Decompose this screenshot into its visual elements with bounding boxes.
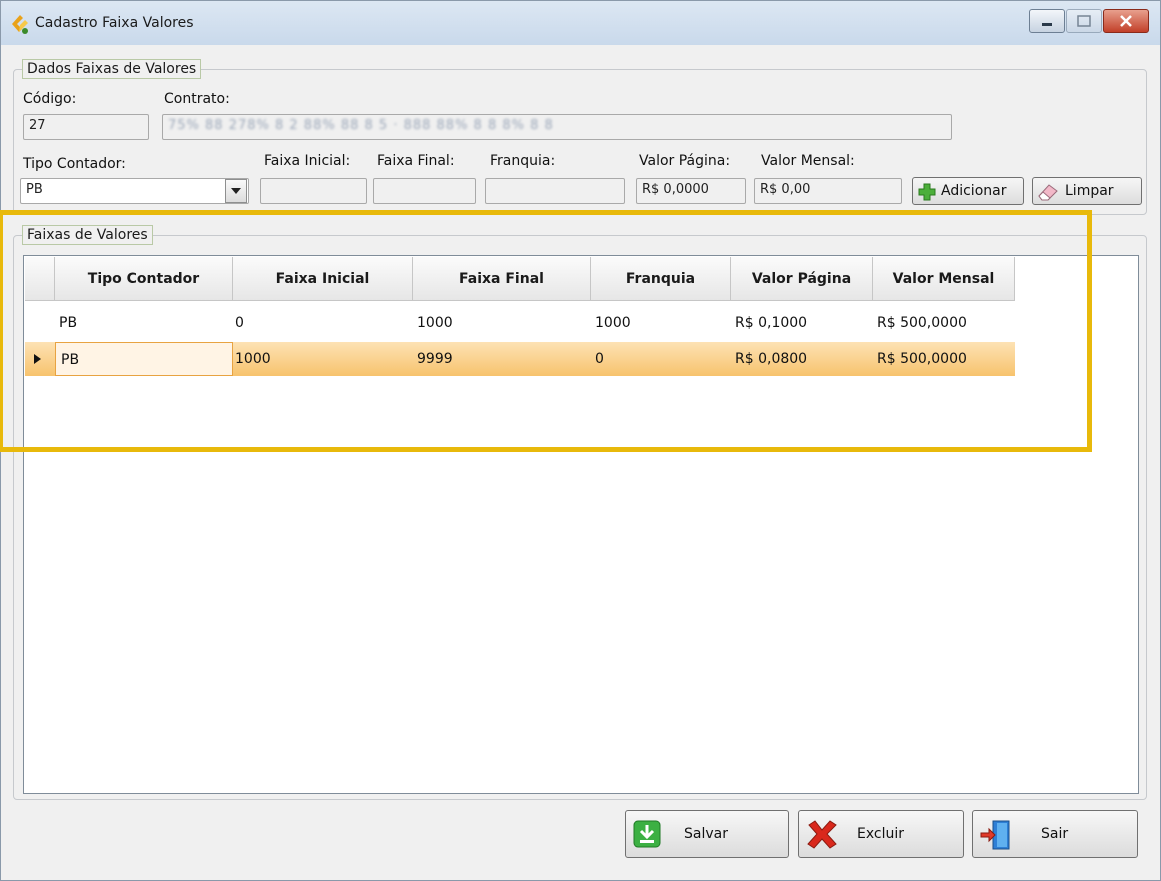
grid-header: Tipo Contador Faixa Inicial Faixa Final … bbox=[25, 257, 1015, 301]
adicionar-button[interactable]: Adicionar bbox=[912, 177, 1024, 205]
valor-mensal-input[interactable]: R$ 0,00 bbox=[754, 178, 902, 204]
minimize-button[interactable] bbox=[1029, 9, 1065, 33]
faixas-valores-legend: Faixas de Valores bbox=[22, 225, 153, 245]
minimize-icon bbox=[1042, 23, 1052, 26]
tipo-contador-dropdown-button[interactable] bbox=[225, 179, 247, 203]
cell-franquia[interactable]: 0 bbox=[595, 342, 604, 376]
limpar-label: Limpar bbox=[1065, 183, 1114, 199]
faixas-grid[interactable]: Tipo Contador Faixa Inicial Faixa Final … bbox=[23, 255, 1139, 794]
table-row-selected[interactable]: PB 1000 9999 0 R$ 0,0800 R$ 500,0000 bbox=[25, 342, 1015, 376]
cell-franquia[interactable]: 1000 bbox=[595, 306, 631, 340]
close-icon bbox=[1120, 15, 1132, 27]
save-download-icon bbox=[633, 820, 661, 848]
main-window: Cadastro Faixa Valores Dados Faixas de V… bbox=[0, 0, 1161, 881]
cell-tipo-contador-active[interactable]: PB bbox=[55, 342, 233, 376]
row-selector-icon bbox=[34, 354, 41, 364]
cell-valor-pagina[interactable]: R$ 0,0800 bbox=[735, 342, 807, 376]
exit-door-icon bbox=[980, 820, 1010, 850]
window-controls bbox=[1029, 9, 1149, 33]
window-title: Cadastro Faixa Valores bbox=[35, 15, 194, 31]
limpar-button[interactable]: Limpar bbox=[1032, 177, 1142, 205]
faixa-inicial-label: Faixa Inicial: bbox=[264, 153, 351, 169]
chevron-down-icon bbox=[231, 188, 241, 194]
valor-mensal-label: Valor Mensal: bbox=[761, 153, 855, 169]
col-valor-pagina[interactable]: Valor Página bbox=[731, 257, 873, 301]
close-button[interactable] bbox=[1103, 9, 1149, 33]
valor-pagina-input[interactable]: R$ 0,0000 bbox=[636, 178, 746, 204]
dados-faixas-legend: Dados Faixas de Valores bbox=[22, 59, 202, 79]
cell-faixa-inicial[interactable]: 1000 bbox=[235, 342, 271, 376]
col-franquia[interactable]: Franquia bbox=[591, 257, 731, 301]
row-header-corner bbox=[25, 257, 55, 301]
franquia-input[interactable] bbox=[485, 178, 625, 204]
delete-x-icon bbox=[807, 820, 837, 849]
tipo-contador-label: Tipo Contador: bbox=[23, 156, 126, 172]
cell-valor-mensal[interactable]: R$ 500,0000 bbox=[877, 342, 967, 376]
title-bar[interactable]: Cadastro Faixa Valores bbox=[1, 1, 1160, 45]
contrato-field[interactable]: 75% 88 278% 8 2 88% 88 8 5 · 888 88% 8 8… bbox=[162, 114, 952, 140]
sair-button[interactable]: Sair bbox=[972, 810, 1138, 858]
codigo-label: Código: bbox=[23, 91, 77, 107]
codigo-field[interactable]: 27 bbox=[23, 114, 149, 140]
cell-tipo-contador[interactable]: PB bbox=[59, 306, 77, 340]
salvar-label: Salvar bbox=[684, 826, 728, 842]
cell-faixa-inicial[interactable]: 0 bbox=[235, 306, 244, 340]
col-valor-mensal[interactable]: Valor Mensal bbox=[873, 257, 1015, 301]
eraser-icon bbox=[1038, 184, 1058, 201]
excluir-label: Excluir bbox=[857, 826, 904, 842]
cell-valor-pagina[interactable]: R$ 0,1000 bbox=[735, 306, 807, 340]
cell-faixa-final[interactable]: 1000 bbox=[417, 306, 453, 340]
table-row[interactable]: PB 0 1000 1000 R$ 0,1000 R$ 500,0000 bbox=[25, 306, 1015, 340]
tipo-contador-select[interactable]: PB bbox=[20, 178, 249, 204]
cell-faixa-final[interactable]: 9999 bbox=[417, 342, 453, 376]
faixa-inicial-input[interactable] bbox=[260, 178, 367, 204]
franquia-label: Franquia: bbox=[490, 153, 556, 169]
contrato-label: Contrato: bbox=[164, 91, 230, 107]
col-tipo-contador[interactable]: Tipo Contador bbox=[55, 257, 233, 301]
adicionar-label: Adicionar bbox=[941, 183, 1007, 199]
app-logo-icon bbox=[12, 15, 28, 34]
maximize-button[interactable] bbox=[1066, 9, 1102, 33]
faixa-final-input[interactable] bbox=[373, 178, 476, 204]
excluir-button[interactable]: Excluir bbox=[798, 810, 964, 858]
col-faixa-inicial[interactable]: Faixa Inicial bbox=[233, 257, 413, 301]
cell-valor-mensal[interactable]: R$ 500,0000 bbox=[877, 306, 967, 340]
plus-icon bbox=[918, 183, 936, 201]
faixa-final-label: Faixa Final: bbox=[377, 153, 455, 169]
maximize-icon bbox=[1077, 15, 1091, 27]
valor-pagina-label: Valor Página: bbox=[639, 153, 731, 169]
contrato-value: 75% 88 278% 8 2 88% 88 8 5 · 888 88% 8 8… bbox=[168, 118, 554, 133]
salvar-button[interactable]: Salvar bbox=[625, 810, 789, 858]
col-faixa-final[interactable]: Faixa Final bbox=[413, 257, 591, 301]
sair-label: Sair bbox=[1041, 826, 1069, 842]
